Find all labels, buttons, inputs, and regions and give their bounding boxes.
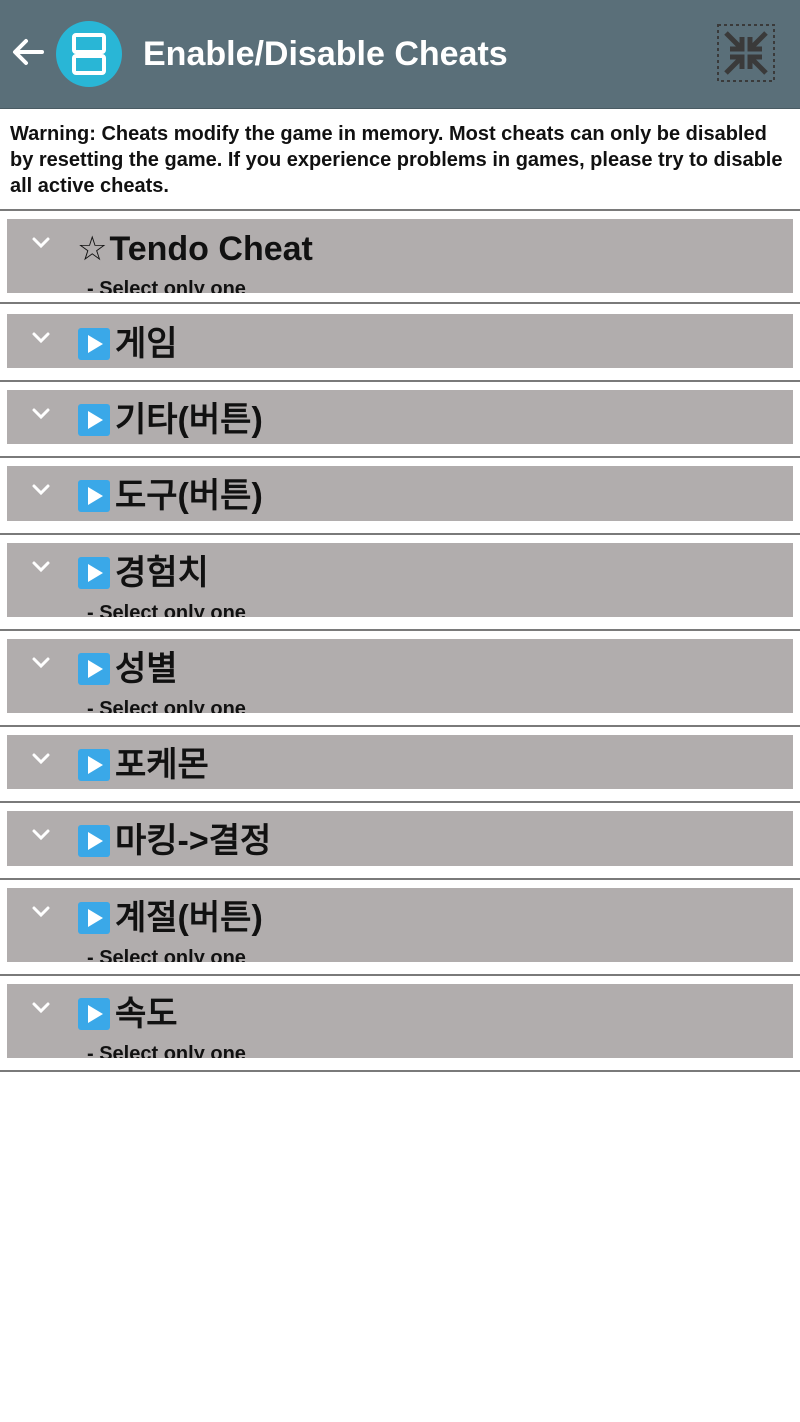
app-bar: Enable/Disable Cheats xyxy=(0,0,800,109)
cheat-subtitle: - Select only one xyxy=(87,947,246,962)
play-button-icon xyxy=(78,404,110,436)
cheat-title-label: 계절(버튼) xyxy=(115,899,263,937)
chevron-down-icon[interactable] xyxy=(29,747,53,771)
cheat-subtitle: - Select only one xyxy=(87,1043,246,1058)
chevron-down-icon[interactable] xyxy=(29,231,53,255)
play-button-icon xyxy=(78,328,110,360)
chevron-down-icon[interactable] xyxy=(29,996,53,1020)
cheat-title-label: 속도 xyxy=(115,995,178,1033)
cheat-title-label: 성별 xyxy=(115,650,178,688)
fullscreen-button[interactable] xyxy=(715,22,777,84)
cheat-title-label: 마킹->결정 xyxy=(115,822,272,860)
cheat-title: 도구(버튼) xyxy=(77,474,263,518)
cheat-row[interactable]: 게임 xyxy=(7,314,793,368)
cheat-item[interactable]: 성별 - Select only one xyxy=(0,631,800,727)
cheat-subtitle: - Select only one xyxy=(87,602,246,617)
cheat-title-label: 게임 xyxy=(115,325,178,363)
app-logo[interactable] xyxy=(56,21,122,87)
cheat-title: 성별 xyxy=(77,647,178,691)
cheat-item[interactable]: 포케몬 xyxy=(0,727,800,803)
chevron-down-icon[interactable] xyxy=(29,555,53,579)
cheat-title-label: 포케몬 xyxy=(115,746,209,784)
cheat-item[interactable]: 게임 xyxy=(0,306,800,382)
cheat-item[interactable]: 경험치 - Select only one xyxy=(0,535,800,631)
play-button-icon xyxy=(78,557,110,589)
play-button-icon xyxy=(78,825,110,857)
cheat-row[interactable]: 성별 - Select only one xyxy=(7,639,793,713)
cheat-row[interactable]: 포케몬 xyxy=(7,735,793,789)
cheat-item[interactable]: 도구(버튼) xyxy=(0,458,800,535)
play-button-icon xyxy=(78,998,110,1030)
cheat-row[interactable]: 기타(버튼) xyxy=(7,390,793,444)
cheat-row[interactable]: 계절(버튼) - Select only one xyxy=(7,888,793,962)
cheat-title-label: 도구(버튼) xyxy=(115,477,263,515)
cheat-row[interactable]: 마킹->결정 xyxy=(7,811,793,866)
cheat-title: 마킹->결정 xyxy=(77,819,271,863)
star-outline-icon: ☆ xyxy=(77,229,108,269)
chevron-down-icon[interactable] xyxy=(29,900,53,924)
cheat-title: 게임 xyxy=(77,322,178,366)
cheat-title-label: Tendo Cheat xyxy=(109,230,313,268)
cheat-item[interactable]: 마킹->결정 xyxy=(0,803,800,880)
cheat-title: ☆ Tendo Cheat xyxy=(77,227,313,271)
cheat-item[interactable]: ☆ Tendo Cheat - Select only one xyxy=(0,211,800,304)
cheat-subtitle: - Select only one xyxy=(87,698,246,713)
cheat-title-label: 기타(버튼) xyxy=(115,401,263,439)
chevron-down-icon[interactable] xyxy=(29,326,53,350)
play-button-icon xyxy=(78,653,110,685)
play-button-icon xyxy=(78,480,110,512)
chevron-down-icon[interactable] xyxy=(29,402,53,426)
page-title: Enable/Disable Cheats xyxy=(143,35,508,73)
chevron-down-icon[interactable] xyxy=(29,651,53,675)
cheat-item[interactable]: 속도 - Select only one xyxy=(0,976,800,1072)
play-button-icon xyxy=(78,749,110,781)
cheat-subtitle: - Select only one xyxy=(87,278,246,293)
cheat-item[interactable]: 기타(버튼) xyxy=(0,382,800,458)
chevron-down-icon[interactable] xyxy=(29,823,53,847)
cheat-row[interactable]: 속도 - Select only one xyxy=(7,984,793,1058)
play-button-icon xyxy=(78,902,110,934)
arrow-back-icon xyxy=(13,39,44,65)
warning-text: Warning: Cheats modify the game in memor… xyxy=(10,123,783,197)
cheat-title: 속도 xyxy=(77,992,178,1036)
nintendo-ds-icon xyxy=(72,33,106,75)
cheat-title: 포케몬 xyxy=(77,743,209,787)
divider xyxy=(0,302,800,304)
cheat-title: 계절(버튼) xyxy=(77,896,263,940)
cheat-title: 기타(버튼) xyxy=(77,398,263,442)
back-button[interactable] xyxy=(6,30,50,74)
cheat-title-label: 경험치 xyxy=(115,554,209,592)
cheat-row[interactable]: 도구(버튼) xyxy=(7,466,793,521)
exit-fullscreen-icon xyxy=(717,24,775,82)
cheat-title: 경험치 xyxy=(77,551,209,595)
divider xyxy=(0,1070,800,1072)
cheat-row[interactable]: 경험치 - Select only one xyxy=(7,543,793,617)
cheat-row[interactable]: ☆ Tendo Cheat - Select only one xyxy=(7,219,793,293)
chevron-down-icon[interactable] xyxy=(29,478,53,502)
cheat-item[interactable]: 계절(버튼) - Select only one xyxy=(0,880,800,976)
